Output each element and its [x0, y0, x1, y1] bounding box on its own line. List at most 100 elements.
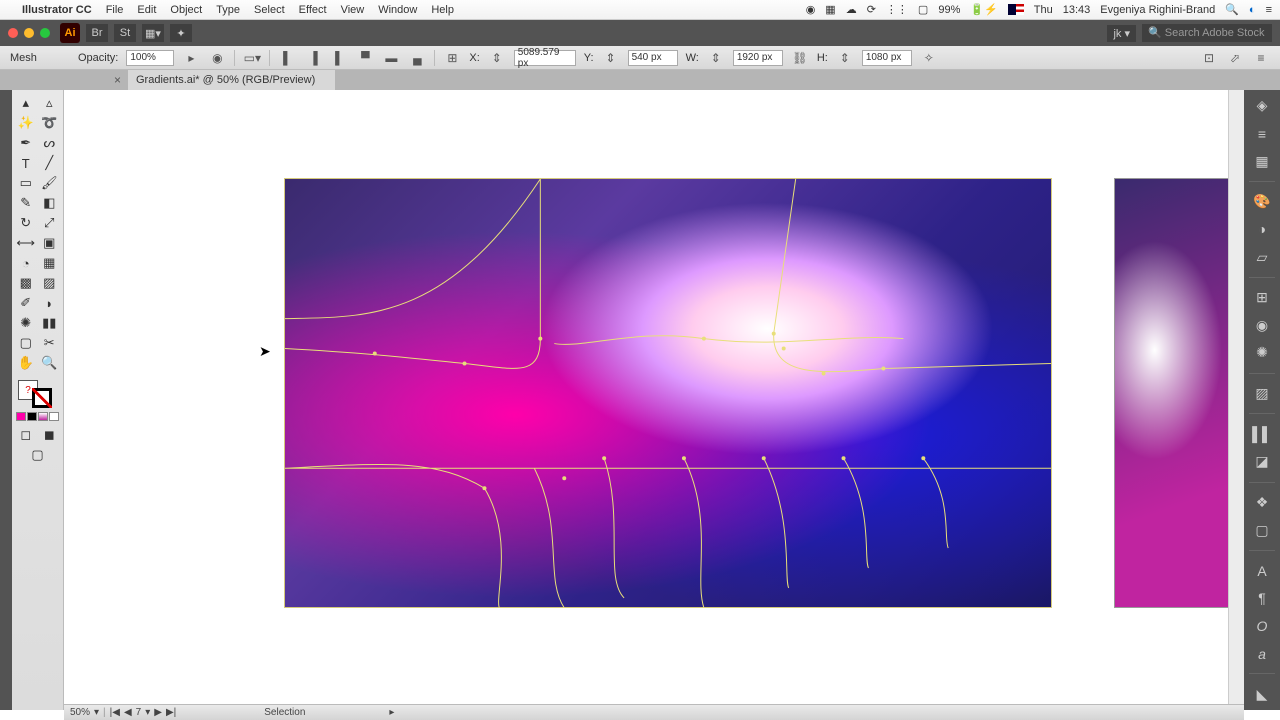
appearance-panel-icon[interactable]: ◉: [1251, 315, 1273, 335]
layers-panel-icon[interactable]: ❖: [1251, 493, 1273, 513]
y-input[interactable]: 540 px: [628, 50, 678, 66]
mesh-tool[interactable]: ▩: [16, 274, 36, 292]
align-bottom-icon[interactable]: ▄: [408, 49, 426, 67]
status-icon[interactable]: ◉: [806, 3, 816, 16]
x-stepper[interactable]: ⇕: [488, 49, 506, 67]
align-hcenter-icon[interactable]: ▐: [304, 49, 322, 67]
h-input[interactable]: 1080 px: [862, 50, 912, 66]
zoom-level[interactable]: 50%: [70, 707, 90, 718]
window-zoom[interactable]: [40, 28, 50, 38]
edit-mode-icon[interactable]: ⬀: [1226, 49, 1244, 67]
selection-tool[interactable]: ▴: [16, 94, 36, 112]
artboard-last-icon[interactable]: ▶|: [166, 707, 176, 718]
opacity-dropdown[interactable]: ▸: [182, 49, 200, 67]
arrange-docs-button[interactable]: ▦▾: [142, 24, 164, 42]
status-dropdown-icon[interactable]: ▸: [389, 707, 394, 718]
character-panel-icon[interactable]: A: [1251, 561, 1273, 581]
rotate-tool[interactable]: ↻: [16, 214, 36, 232]
isolate-icon[interactable]: ⊡: [1200, 49, 1218, 67]
w-stepper[interactable]: ⇕: [707, 49, 725, 67]
screen-mode-icon[interactable]: ▢: [28, 446, 48, 464]
artboard-secondary[interactable]: [1114, 178, 1228, 608]
menu-window[interactable]: Window: [378, 4, 417, 16]
artboard-prev-icon[interactable]: ◀: [124, 707, 132, 718]
color-panel-icon[interactable]: 🎨: [1251, 192, 1273, 212]
align-left-icon[interactable]: ▌: [278, 49, 296, 67]
artboard-main[interactable]: [284, 178, 1052, 608]
hand-tool[interactable]: ✋: [16, 354, 36, 372]
sync-icon[interactable]: ⟳: [867, 3, 876, 16]
zoom-tool[interactable]: 🔍: [40, 354, 60, 372]
x-input[interactable]: 5089.579 px: [514, 50, 576, 66]
menu-select[interactable]: Select: [254, 4, 285, 16]
swatch[interactable]: [38, 412, 48, 421]
direct-selection-tool[interactable]: ▵: [40, 94, 60, 112]
search-stock-input[interactable]: 🔍 Search Adobe Stock: [1142, 24, 1272, 42]
recolor-icon[interactable]: ◉: [208, 49, 226, 67]
rectangle-tool[interactable]: ▭: [16, 174, 36, 192]
symbol-sprayer-tool[interactable]: ✺: [16, 314, 36, 332]
magic-wand-tool[interactable]: ✨: [16, 114, 36, 132]
menu-file[interactable]: File: [106, 4, 124, 16]
eyedropper-tool[interactable]: ✐: [16, 294, 36, 312]
type-tool[interactable]: T: [16, 154, 36, 172]
menu-effect[interactable]: Effect: [299, 4, 327, 16]
app-menu[interactable]: Illustrator CC: [22, 4, 92, 16]
slice-tool[interactable]: ✂: [40, 334, 60, 352]
menu-object[interactable]: Object: [170, 4, 202, 16]
artboard-next-icon[interactable]: ▶: [154, 707, 162, 718]
artboard-dropdown-icon[interactable]: ▾: [145, 707, 150, 718]
cloud-icon[interactable]: ☁: [846, 3, 857, 16]
wifi-icon[interactable]: ⋮⋮: [886, 3, 908, 16]
airplay-icon[interactable]: ▢: [918, 3, 928, 16]
properties-panel-icon[interactable]: ≡: [1251, 124, 1273, 144]
swatch[interactable]: [49, 412, 59, 421]
notifications-icon[interactable]: ≡: [1266, 4, 1272, 16]
blend-tool[interactable]: ◗: [40, 294, 60, 312]
workspace-switcher[interactable]: jk ▾: [1107, 25, 1136, 42]
user-name[interactable]: Evgeniya Righini-Brand: [1100, 4, 1215, 16]
paintbrush-tool[interactable]: 🖌: [40, 174, 60, 192]
swatches-panel-icon[interactable]: ▦: [1251, 151, 1273, 171]
menu-view[interactable]: View: [341, 4, 365, 16]
align-panel-icon[interactable]: ▌▌: [1251, 424, 1273, 444]
shaper-tool[interactable]: ✎: [16, 194, 36, 212]
graph-tool[interactable]: ▮▮: [40, 314, 60, 332]
battery-icon[interactable]: 🔋⚡: [970, 3, 997, 16]
reference-point-icon[interactable]: ⊞: [443, 49, 461, 67]
align-right-icon[interactable]: ▌: [330, 49, 348, 67]
transform-panel-icon[interactable]: ✧: [920, 49, 938, 67]
input-source-flag[interactable]: [1008, 4, 1024, 15]
h-stepper[interactable]: ⇕: [836, 49, 854, 67]
cc-icon[interactable]: ◐: [1249, 4, 1256, 16]
glyphs-panel-icon[interactable]: a: [1251, 644, 1273, 664]
swatch[interactable]: [27, 412, 37, 421]
bridge-button[interactable]: Br: [86, 24, 108, 42]
draw-behind-icon[interactable]: ◼: [40, 426, 60, 444]
gpu-button[interactable]: ✦: [170, 24, 192, 42]
color-guide-panel-icon[interactable]: ◑: [1251, 220, 1273, 240]
gradient-tool[interactable]: ▨: [40, 274, 60, 292]
artboard-first-icon[interactable]: |◀: [110, 707, 120, 718]
window-minimize[interactable]: [24, 28, 34, 38]
w-input[interactable]: 1920 px: [733, 50, 783, 66]
scale-tool[interactable]: ⤢: [40, 214, 60, 232]
document-tab[interactable]: × Gradients.ai* @ 50% (RGB/Preview): [128, 70, 335, 90]
opentype-panel-icon[interactable]: O: [1251, 616, 1273, 636]
artboard-number[interactable]: 7: [136, 707, 142, 718]
fill-stroke-control[interactable]: ?: [16, 380, 59, 408]
align-top-icon[interactable]: ▀: [356, 49, 374, 67]
opacity-input[interactable]: 100%: [126, 50, 174, 66]
paragraph-panel-icon[interactable]: ¶: [1251, 588, 1273, 608]
stroke-swatch[interactable]: [32, 388, 52, 408]
artboard-tool[interactable]: ▢: [16, 334, 36, 352]
libraries-panel-icon[interactable]: ◈: [1251, 96, 1273, 116]
line-tool[interactable]: ╱: [40, 154, 60, 172]
shape-mode-icon[interactable]: ▭▾: [243, 49, 261, 67]
constrain-proportions-icon[interactable]: ⛓: [791, 49, 809, 67]
transparency-panel-icon[interactable]: ▨: [1251, 384, 1273, 404]
graphic-styles-panel-icon[interactable]: ✺: [1251, 343, 1273, 363]
free-transform-tool[interactable]: ▣: [40, 234, 60, 252]
draw-mode-icon[interactable]: ◻: [16, 426, 36, 444]
panel-menu-icon[interactable]: ≡: [1252, 49, 1270, 67]
